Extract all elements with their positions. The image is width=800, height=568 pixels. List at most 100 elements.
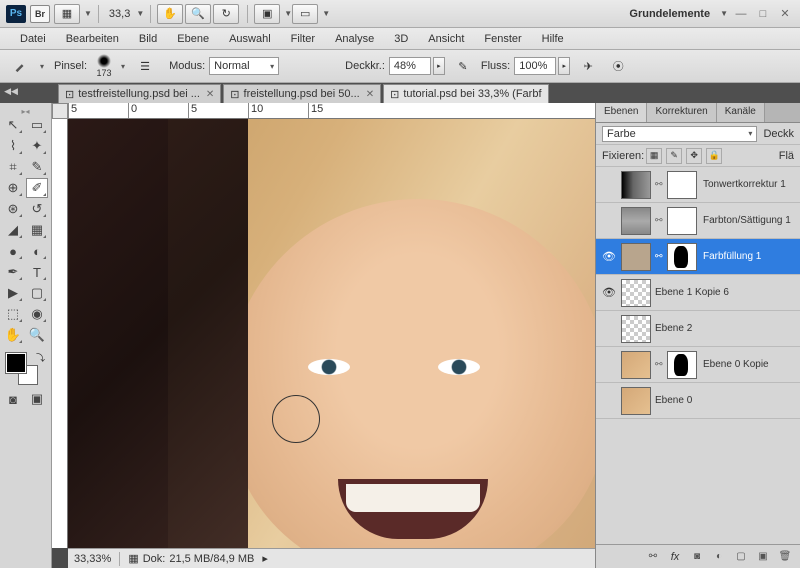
layer-blend-dropdown[interactable]: Farbe▾ <box>602 126 757 142</box>
workspace-switcher[interactable]: Grundelemente <box>621 8 718 20</box>
opacity-flyout[interactable]: ▸ <box>433 57 445 75</box>
layer-thumb[interactable] <box>621 243 651 271</box>
hand-tool-icon[interactable]: ✋ <box>157 4 183 24</box>
close-icon[interactable]: ✕ <box>206 89 214 100</box>
doc-tab[interactable]: ⊡ testfreistellung.psd bei ...✕ <box>58 84 221 103</box>
layer-mask-thumb[interactable] <box>667 243 697 271</box>
lasso-tool[interactable]: ⌇ <box>2 136 24 156</box>
shape-tool[interactable]: ▢ <box>26 283 48 303</box>
chevron-down-icon[interactable]: ▼ <box>84 9 92 18</box>
visibility-toggle[interactable] <box>600 320 618 338</box>
layer-name[interactable]: Ebene 1 Kopie 6 <box>655 287 796 298</box>
arrange-docs-icon[interactable]: ▣ <box>254 4 280 24</box>
layer-mask-thumb[interactable] <box>667 351 697 379</box>
visibility-toggle[interactable]: 👁 <box>600 284 618 302</box>
menu-bild[interactable]: Bild <box>129 33 167 45</box>
layer-row[interactable]: ⚯ Ebene 0 Kopie <box>596 347 800 383</box>
menu-datei[interactable]: Datei <box>10 33 56 45</box>
link-icon[interactable]: ⚯ <box>655 179 665 190</box>
tab-kanaele[interactable]: Kanäle <box>717 103 765 122</box>
visibility-toggle[interactable]: 👁 <box>600 248 618 266</box>
flow-field[interactable]: 100% <box>514 57 556 75</box>
color-picker[interactable]: ⤵ <box>2 351 49 387</box>
layer-group-icon[interactable]: ▢ <box>731 548 751 566</box>
path-select-tool[interactable]: ▶ <box>2 283 24 303</box>
layer-row[interactable]: ⚯ Farbton/Sättigung 1 <box>596 203 800 239</box>
toolbox-handle[interactable]: ▸◂ <box>2 107 49 115</box>
visibility-toggle[interactable] <box>600 392 618 410</box>
link-icon[interactable]: ⚯ <box>655 359 665 370</box>
bridge-icon[interactable]: Br <box>30 5 50 23</box>
ruler-origin[interactable] <box>52 103 68 119</box>
tab-collapse-handle[interactable]: ◀◀ <box>4 84 18 98</box>
quick-mask-toggle[interactable]: ◙ <box>2 389 24 409</box>
layer-thumb[interactable] <box>621 207 651 235</box>
type-tool[interactable]: T <box>26 262 48 282</box>
tab-korrekturen[interactable]: Korrekturen <box>647 103 716 122</box>
doc-tab[interactable]: ⊡ freistellung.psd bei 50...✕ <box>223 84 381 103</box>
layer-thumb[interactable] <box>621 351 651 379</box>
airbrush-icon[interactable]: ✈ <box>576 55 600 77</box>
brush-preset-picker[interactable]: 173 <box>91 53 117 79</box>
status-zoom[interactable]: 33,33% <box>74 553 111 565</box>
pen-tool[interactable]: ✒ <box>2 262 24 282</box>
blend-mode-dropdown[interactable]: Normal▾ <box>209 57 279 75</box>
visibility-toggle[interactable] <box>600 356 618 374</box>
layer-thumb[interactable] <box>621 315 651 343</box>
menu-ebene[interactable]: Ebene <box>167 33 219 45</box>
flow-flyout[interactable]: ▸ <box>558 57 570 75</box>
layer-name[interactable]: Farbton/Sättigung 1 <box>703 215 796 226</box>
rotate-view-icon[interactable]: ↻ <box>213 4 239 24</box>
blur-tool[interactable]: ● <box>2 241 24 261</box>
adjustment-layer-icon[interactable]: ◐ <box>709 548 729 566</box>
3d-camera-tool[interactable]: ◉ <box>26 304 48 324</box>
brush-tool-icon[interactable] <box>8 55 32 77</box>
layer-row[interactable]: Ebene 2 <box>596 311 800 347</box>
new-layer-icon[interactable]: ▣ <box>753 548 773 566</box>
dodge-tool[interactable]: ◐ <box>26 241 48 261</box>
brush-panel-toggle[interactable]: ☰ <box>133 55 157 77</box>
menu-filter[interactable]: Filter <box>281 33 325 45</box>
menu-fenster[interactable]: Fenster <box>474 33 531 45</box>
close-button[interactable]: ✕ <box>776 7 794 21</box>
link-icon[interactable]: ⚯ <box>655 251 665 262</box>
layer-fx-icon[interactable]: fx <box>665 548 685 566</box>
tablet-pressure-icon[interactable]: ⦿ <box>606 55 630 77</box>
tab-ebenen[interactable]: Ebenen <box>596 103 647 122</box>
layer-row[interactable]: 👁 Ebene 1 Kopie 6 <box>596 275 800 311</box>
swap-colors-icon[interactable]: ⤵ <box>36 351 45 364</box>
3d-tool[interactable]: ⬚ <box>2 304 24 324</box>
chevron-down-icon[interactable]: ▼ <box>136 9 144 18</box>
lock-all-icon[interactable]: 🔒 <box>706 148 722 164</box>
opacity-pressure-icon[interactable]: ✎ <box>451 55 475 77</box>
link-layers-icon[interactable]: ⚯ <box>643 548 663 566</box>
hand-tool[interactable]: ✋ <box>2 325 24 345</box>
visibility-toggle[interactable] <box>600 212 618 230</box>
opacity-field[interactable]: 48% <box>389 57 431 75</box>
layer-name[interactable]: Tonwertkorrektur 1 <box>703 179 796 190</box>
zoom-level[interactable]: 33,3 <box>105 8 134 20</box>
layer-mask-thumb[interactable] <box>667 207 697 235</box>
eyedropper-tool[interactable]: ✎ <box>26 157 48 177</box>
mini-bridge-button[interactable]: ▦ <box>54 4 80 24</box>
layer-name[interactable]: Farbfüllung 1 <box>703 251 796 262</box>
gradient-tool[interactable]: ▦ <box>26 220 48 240</box>
layer-thumb[interactable] <box>621 387 651 415</box>
layer-thumb[interactable] <box>621 171 651 199</box>
zoom-tool[interactable]: 🔍 <box>26 325 48 345</box>
doc-tab-active[interactable]: ⊡ tutorial.psd bei 33,3% (Farbf <box>383 84 548 103</box>
lock-transparency-icon[interactable]: ▦ <box>646 148 662 164</box>
lock-pixels-icon[interactable]: ✎ <box>666 148 682 164</box>
menu-hilfe[interactable]: Hilfe <box>532 33 574 45</box>
eraser-tool[interactable]: ◢ <box>2 220 24 240</box>
move-tool[interactable]: ↖ <box>2 115 24 135</box>
layer-name[interactable]: Ebene 2 <box>655 323 796 334</box>
menu-auswahl[interactable]: Auswahl <box>219 33 281 45</box>
vertical-ruler[interactable] <box>52 119 68 548</box>
screen-mode-toggle[interactable]: ▣ <box>26 389 48 409</box>
layer-row[interactable]: 👁 ⚯ Farbfüllung 1 <box>596 239 800 275</box>
menu-bearbeiten[interactable]: Bearbeiten <box>56 33 129 45</box>
layer-row[interactable]: ⚯ Tonwertkorrektur 1 <box>596 167 800 203</box>
menu-3d[interactable]: 3D <box>384 33 418 45</box>
history-brush-tool[interactable]: ↺ <box>26 199 48 219</box>
